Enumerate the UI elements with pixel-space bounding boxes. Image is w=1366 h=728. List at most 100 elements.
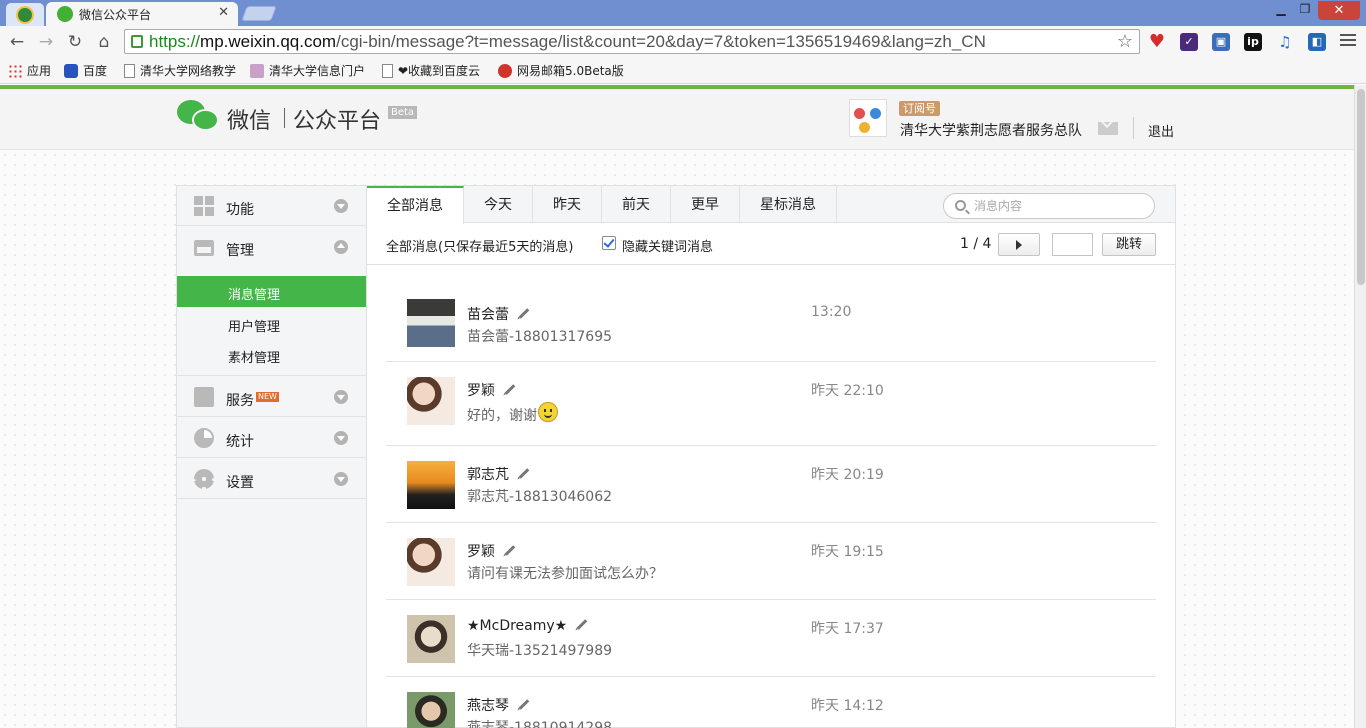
- hide-keyword-checkbox[interactable]: [602, 236, 616, 250]
- list-item[interactable]: 罗颖 请问有课无法参加面试怎么办？ 昨天 19:15: [386, 523, 1156, 600]
- tab-starred[interactable]: 星标消息: [740, 186, 837, 223]
- reload-icon[interactable]: ↻: [64, 31, 86, 53]
- sidebar-section-manage[interactable]: 管理: [177, 227, 366, 267]
- edit-remark-icon: [504, 384, 516, 395]
- address-bar[interactable]: https://mp.weixin.qq.com/cgi-bin/message…: [124, 29, 1140, 54]
- sidebar-item-message-management[interactable]: 消息管理: [177, 276, 366, 307]
- music-extension-icon[interactable]: ♫: [1276, 33, 1294, 51]
- window-close-icon[interactable]: ✕: [1318, 1, 1360, 20]
- mail-icon[interactable]: [1098, 122, 1118, 135]
- tab-earlier[interactable]: 更早: [671, 186, 740, 223]
- tab-yesterday[interactable]: 昨天: [533, 186, 602, 223]
- sidebar-section-features[interactable]: 功能: [177, 186, 366, 226]
- hide-keyword-label[interactable]: 隐藏关键词消息: [622, 236, 713, 255]
- sidebar-item-user-management[interactable]: 用户管理: [177, 308, 366, 339]
- netease-mail-icon: [498, 64, 512, 78]
- bookmark-tsinghua-info[interactable]: 清华大学信息门户: [250, 62, 365, 79]
- avatar[interactable]: [407, 615, 455, 663]
- blue-extension-icon[interactable]: ◧: [1308, 33, 1326, 51]
- page-number-input[interactable]: [1052, 233, 1093, 256]
- back-arrow-icon[interactable]: ←: [6, 31, 28, 53]
- account-name[interactable]: 清华大学紫荆志愿者服务总队: [900, 120, 1082, 140]
- edit-remark-icon: [576, 619, 588, 630]
- bookmark-star-icon[interactable]: ☆: [1117, 31, 1133, 52]
- next-page-button[interactable]: [998, 233, 1040, 256]
- inbox-icon: [194, 240, 214, 256]
- page-icon: [382, 64, 393, 78]
- ip-extension-icon[interactable]: ip: [1244, 33, 1262, 51]
- chevron-down-icon[interactable]: [334, 390, 348, 404]
- bookmark-netease-mail[interactable]: 网易邮箱5.0Beta版: [498, 62, 624, 79]
- tab-close-icon[interactable]: ✕: [218, 5, 229, 20]
- check-extension-icon[interactable]: ✓: [1180, 33, 1198, 51]
- page-icon: [124, 64, 135, 78]
- message-time: 昨天 22:10: [811, 383, 884, 399]
- bookmarks-bar: 应用 百度 清华大学网络教学 清华大学信息门户 ❤收藏到百度云 网易邮箱5.0B…: [0, 58, 1366, 84]
- tab-all-messages[interactable]: 全部消息: [367, 186, 464, 224]
- account-avatar[interactable]: [849, 99, 887, 137]
- chevron-down-icon[interactable]: [334, 199, 348, 213]
- message-time: 13:20: [811, 304, 852, 320]
- avatar[interactable]: [407, 377, 455, 425]
- home-icon[interactable]: ⌂: [93, 31, 115, 53]
- browser-toolbar: ← → ↻ ⌂ https://mp.weixin.qq.com/cgi-bin…: [0, 26, 1366, 58]
- list-item[interactable]: 苗会蕾 苗会蕾-18801317695 13:20: [386, 286, 1156, 362]
- pinned-tab[interactable]: [6, 3, 44, 26]
- avatar[interactable]: [407, 299, 455, 347]
- heart-extension-icon[interactable]: ♥: [1148, 33, 1166, 51]
- avatar[interactable]: [407, 538, 455, 586]
- list-item[interactable]: ★McDreamy★ 华天瑞-13521497989 昨天 17:37: [386, 600, 1156, 677]
- edit-remark-icon: [518, 308, 530, 319]
- smiley-emoji-icon: [538, 402, 558, 422]
- wechat-logo-icon-bubble: [192, 109, 219, 131]
- gear-icon: [194, 469, 214, 489]
- browser-titlebar: 微信公众平台 ✕ ▁ ❐ ✕: [0, 0, 1366, 26]
- new-tab-button[interactable]: [241, 6, 277, 21]
- list-item[interactable]: 郭志芃 郭志芃-18813046062 昨天 20:19: [386, 446, 1156, 523]
- scrollbar-thumb[interactable]: [1357, 89, 1365, 285]
- message-text: 燕志琴-18810914298: [467, 720, 613, 728]
- chevron-down-icon[interactable]: [334, 431, 348, 445]
- jump-button[interactable]: 跳转: [1102, 233, 1156, 256]
- message-tabs: 全部消息 今天 昨天 前天 更早 星标消息: [367, 186, 1175, 224]
- message-panel: 全部消息 今天 昨天 前天 更早 星标消息 全部消息(只保存最近5天的消息) 隐…: [366, 185, 1176, 728]
- grid-icon: [194, 196, 214, 216]
- tab-today[interactable]: 今天: [464, 186, 533, 223]
- chevron-up-icon[interactable]: [334, 240, 348, 254]
- bookmark-baidu[interactable]: 百度: [64, 62, 107, 79]
- forward-arrow-icon[interactable]: →: [35, 31, 57, 53]
- account-type-badge: 订阅号: [899, 101, 940, 116]
- sidebar-section-service[interactable]: 服务 NEW: [177, 377, 366, 417]
- restore-icon[interactable]: ❐: [1292, 2, 1318, 16]
- manage-subnav: 消息管理 用户管理 素材管理: [177, 272, 366, 376]
- toolbox-extension-icon[interactable]: ▣: [1212, 33, 1230, 51]
- message-search[interactable]: [943, 193, 1155, 219]
- minimize-icon[interactable]: ▁: [1268, 2, 1294, 16]
- bookmark-baidu-cloud[interactable]: ❤收藏到百度云: [382, 62, 480, 79]
- sidebar-section-stats[interactable]: 统计: [177, 418, 366, 458]
- browser-tab-active[interactable]: 微信公众平台 ✕: [46, 2, 238, 26]
- lock-icon: [131, 35, 143, 48]
- list-item[interactable]: 罗颖 好的，谢谢 昨天 22:10: [386, 362, 1156, 446]
- search-input[interactable]: [974, 197, 1144, 215]
- avatar[interactable]: [407, 461, 455, 509]
- bookmark-tsinghua-learn[interactable]: 清华大学网络教学: [124, 62, 236, 79]
- list-item[interactable]: 燕志琴 燕志琴-18810914298 昨天 14:12: [386, 677, 1156, 728]
- page-indicator: 1 / 4: [960, 236, 992, 252]
- tab-day-before[interactable]: 前天: [602, 186, 671, 223]
- site-header: 微信 公众平台 Beta 订阅号 清华大学紫荆志愿者服务总队 退出: [0, 89, 1354, 150]
- logout-link[interactable]: 退出: [1148, 121, 1174, 140]
- chrome-menu-icon[interactable]: [1340, 34, 1356, 49]
- bookmark-apps[interactable]: 应用: [8, 62, 51, 79]
- platform-text: 公众平台: [293, 109, 382, 134]
- baidu-paw-icon: [64, 64, 78, 78]
- page-scrollbar[interactable]: [1354, 85, 1366, 728]
- new-badge: NEW: [256, 392, 279, 402]
- pie-chart-icon: [194, 428, 214, 448]
- chevron-down-icon[interactable]: [334, 472, 348, 486]
- message-time: 昨天 19:15: [811, 544, 884, 560]
- message-list: 苗会蕾 苗会蕾-18801317695 13:20 罗颖 好的，谢谢 昨天 22…: [386, 286, 1156, 728]
- sidebar-item-material-management[interactable]: 素材管理: [177, 339, 366, 370]
- sidebar-section-settings[interactable]: 设置: [177, 459, 366, 499]
- avatar[interactable]: [407, 692, 455, 728]
